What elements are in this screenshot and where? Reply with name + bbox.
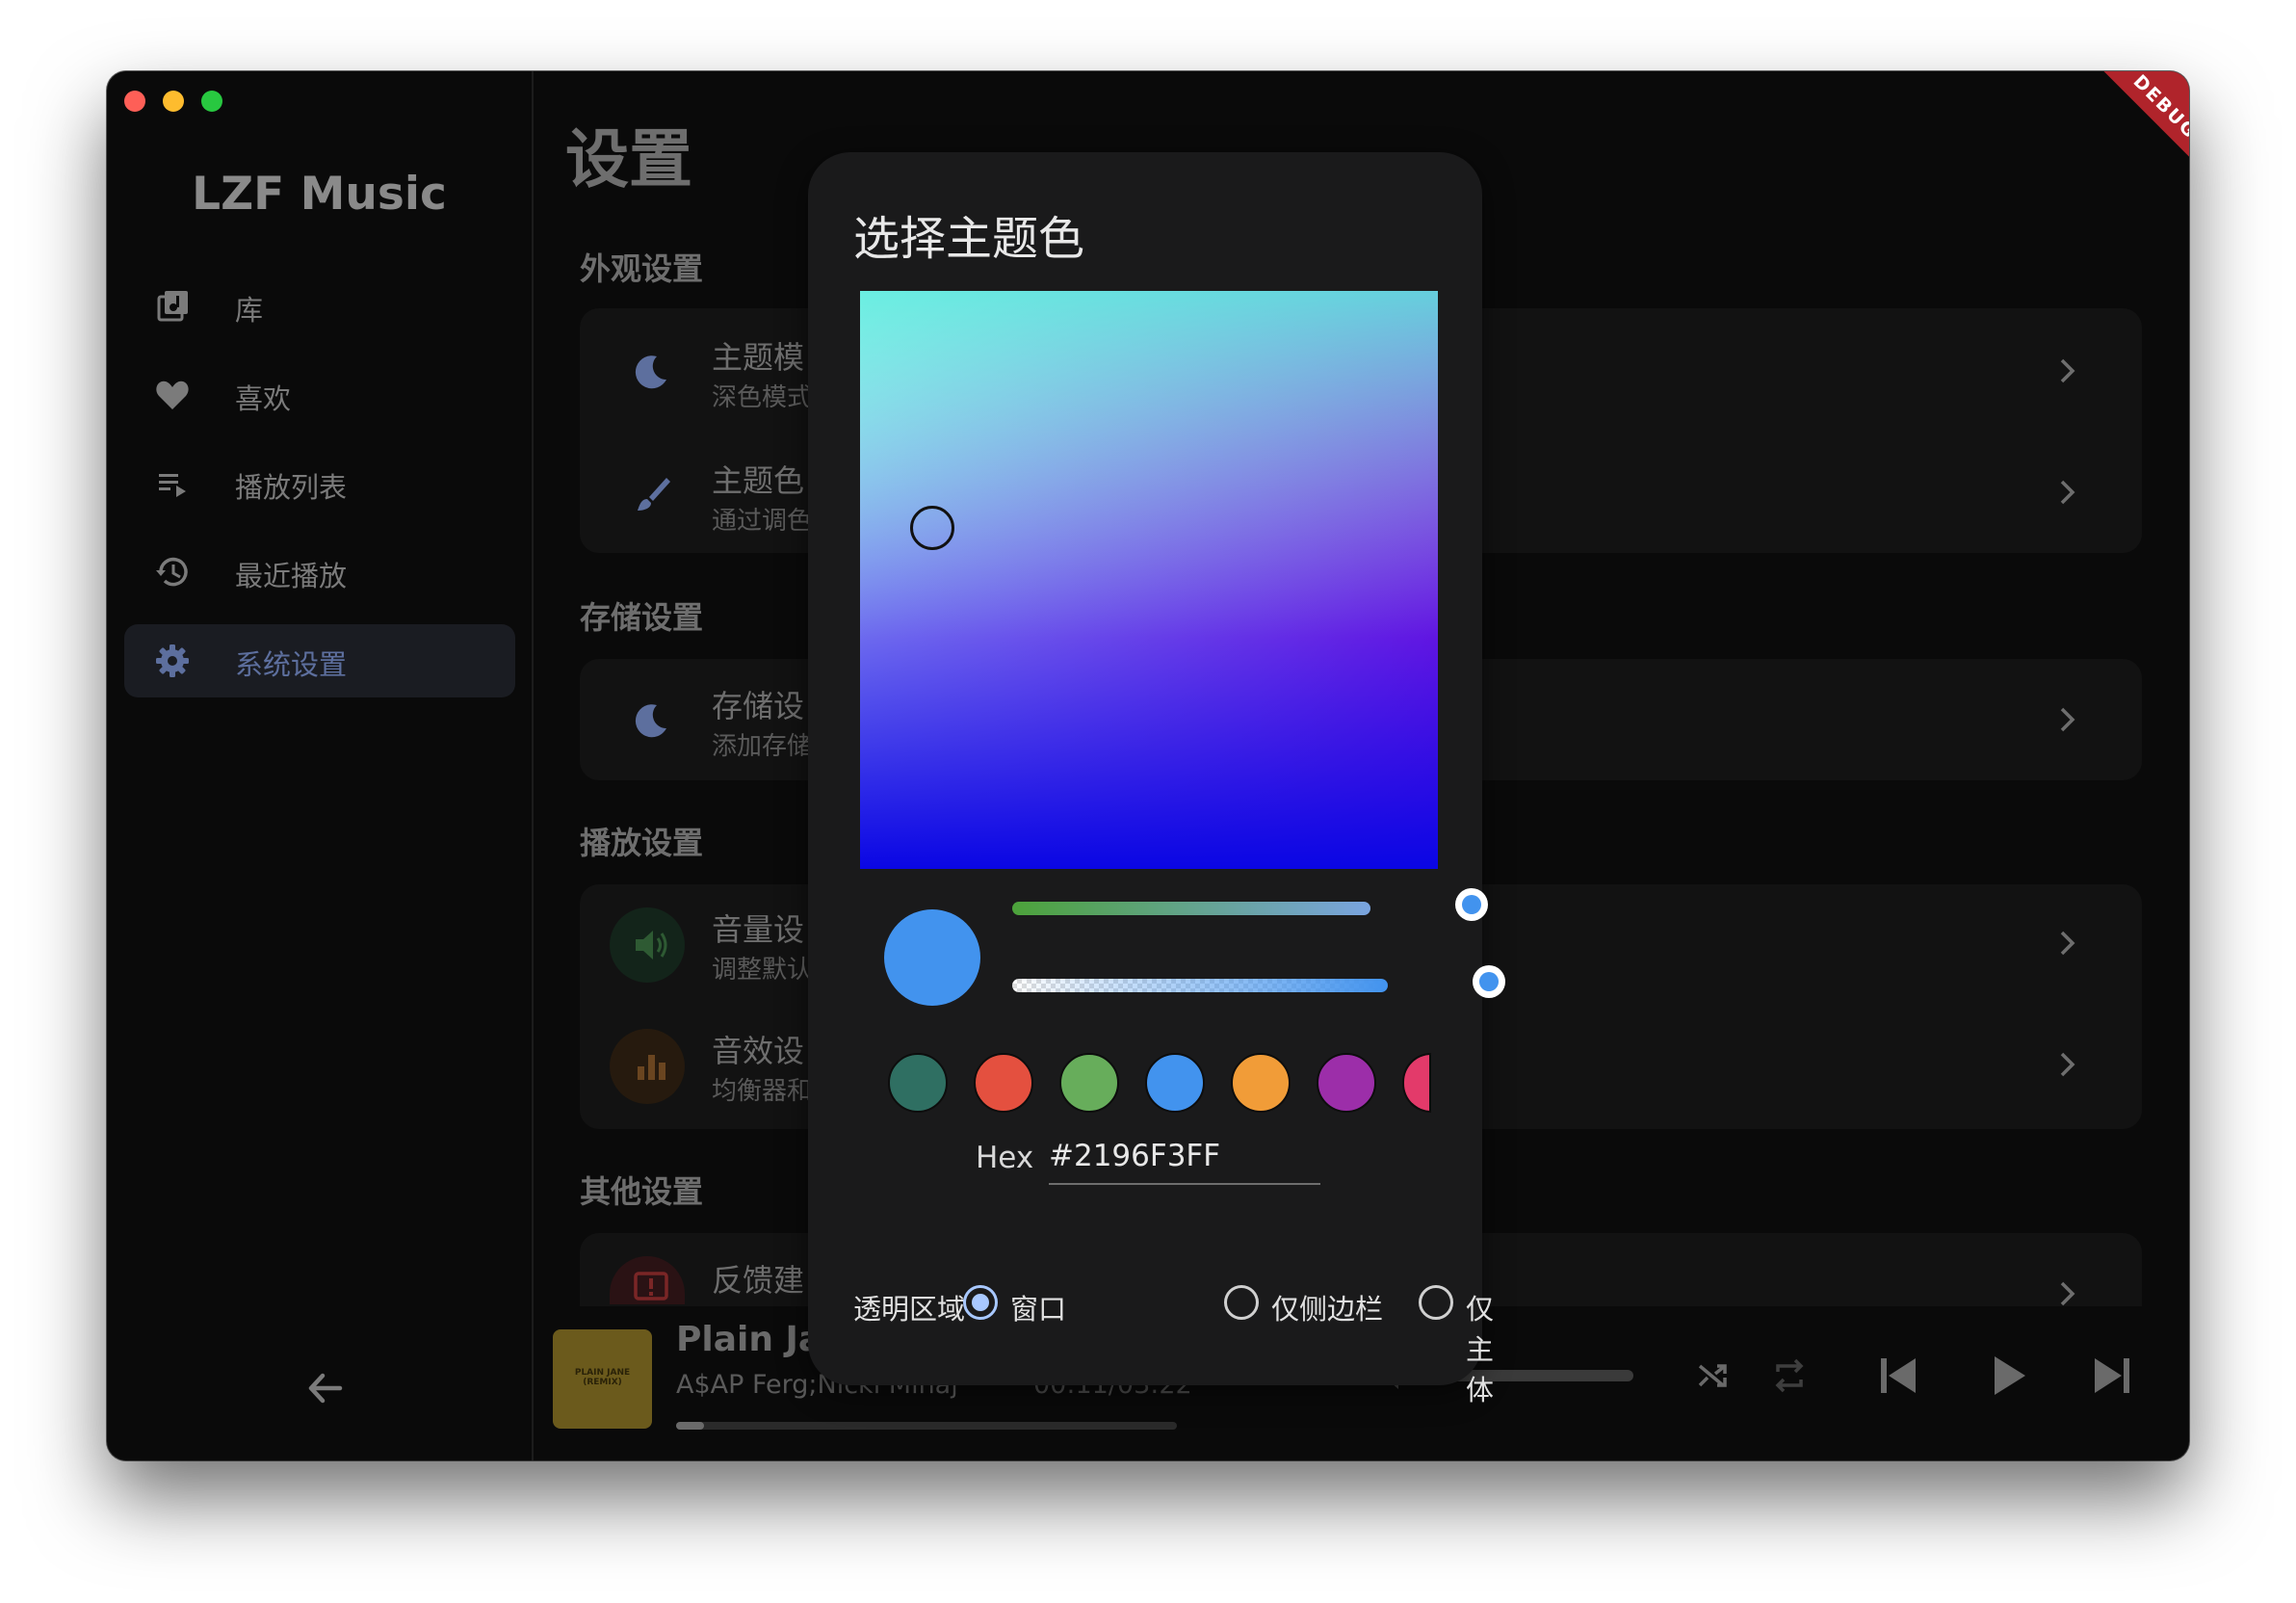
playlist-icon [159, 474, 186, 497]
section-title-storage: 存储设置 [580, 599, 704, 636]
hex-input[interactable]: #2196F3FF [1049, 1139, 1220, 1173]
equalizer-icon [638, 1055, 665, 1080]
radio-sidebar-only-label[interactable]: 仅侧边栏 [1271, 1287, 1383, 1327]
sidebar-item-label: 喜欢 [235, 382, 292, 415]
color-swatch[interactable] [974, 1053, 1033, 1113]
row-title: 音量设 [712, 911, 805, 948]
color-swatch[interactable] [1145, 1053, 1205, 1113]
sidebar-item-favorites[interactable]: 喜欢 [124, 358, 515, 432]
heart-icon [156, 381, 189, 409]
library-music-icon [157, 291, 188, 322]
arrow-left-icon[interactable] [300, 1362, 352, 1414]
row-subtitle: 添加存储 [712, 732, 813, 761]
album-art-text: PLAIN JANE (REMIX) [574, 1368, 631, 1387]
chevron-right-icon [2060, 931, 2075, 956]
feedback-icon [634, 1272, 668, 1301]
sidebar-item-label: 库 [235, 294, 264, 327]
song-progress-bar[interactable] [676, 1422, 1177, 1430]
radio-window-label[interactable]: 窗口 [1010, 1287, 1066, 1327]
color-swatch[interactable] [1402, 1053, 1431, 1113]
sidebar-item-label: 播放列表 [235, 471, 348, 504]
sidebar-item-label: 最近播放 [235, 560, 348, 592]
hue-slider-thumb[interactable] [1455, 888, 1488, 921]
brush-icon [638, 478, 670, 511]
shuffle-icon[interactable] [1694, 1356, 1733, 1395]
chevron-right-icon [2060, 358, 2075, 383]
row-title: 主题色 [712, 462, 805, 499]
sidebar-item-recent[interactable]: 最近播放 [124, 536, 515, 609]
radio-window[interactable] [963, 1285, 998, 1320]
app-window: LZF Music 库 喜欢 播放列表 最近播放 系统设置 设置 外观设置 主题… [107, 71, 2189, 1460]
color-swatch[interactable] [888, 1053, 948, 1113]
transparency-label: 透明区域 [853, 1293, 966, 1326]
sidebar: LZF Music 库 喜欢 播放列表 最近播放 系统设置 [107, 71, 534, 1460]
repeat-icon[interactable] [1770, 1356, 1809, 1395]
row-title: 反馈建 [712, 1262, 805, 1299]
chevron-right-icon [2060, 707, 2075, 732]
previous-track-icon[interactable] [1875, 1353, 1921, 1399]
album-art[interactable]: PLAIN JANE (REMIX) [553, 1329, 652, 1429]
moon-icon [635, 355, 666, 389]
color-picker-dialog: 选择主题色 Hex #2196F3FF 透明区域 窗口 仅侧边栏 仅主体 [808, 152, 1505, 1406]
alpha-slider[interactable] [1012, 979, 1388, 992]
sidebar-item-label: 系统设置 [235, 648, 348, 681]
color-swatch[interactable] [1317, 1053, 1376, 1113]
history-icon [156, 557, 188, 587]
row-title: 主题模 [712, 339, 805, 376]
chevron-right-icon [2060, 1052, 2075, 1077]
moon-icon [635, 704, 666, 738]
sidebar-item-playlists[interactable]: 播放列表 [124, 447, 515, 520]
sidebar-item-library[interactable]: 库 [124, 270, 515, 343]
page-title: 设置 [565, 122, 692, 197]
hex-label: Hex [976, 1141, 1034, 1175]
row-title: 音效设 [712, 1033, 805, 1069]
color-preview [884, 909, 980, 1006]
next-track-icon[interactable] [2089, 1353, 2135, 1399]
row-subtitle: 均衡器和 [712, 1077, 813, 1106]
hex-input-underline [1049, 1183, 1320, 1185]
gear-icon [156, 644, 189, 677]
song-progress-fill [676, 1422, 704, 1430]
color-cursor[interactable] [910, 506, 954, 550]
dialog-title: 选择主题色 [853, 212, 1085, 266]
row-subtitle: 调整默认 [712, 956, 813, 985]
sidebar-item-settings[interactable]: 系统设置 [124, 624, 515, 697]
radio-main-only[interactable] [1419, 1285, 1453, 1320]
radio-sidebar-only[interactable] [1224, 1285, 1259, 1320]
section-title-appearance: 外观设置 [580, 250, 704, 287]
section-title-other: 其他设置 [580, 1173, 704, 1210]
chevron-right-icon [2060, 480, 2075, 505]
section-title-playback: 播放设置 [580, 825, 704, 861]
saturation-value-picker[interactable] [860, 291, 1438, 869]
radio-main-only-label[interactable]: 仅主体 [1466, 1287, 1494, 1408]
play-icon[interactable] [1985, 1353, 2031, 1399]
app-title: LZF Music [192, 168, 447, 221]
row-subtitle: 深色模式 [712, 383, 813, 412]
color-swatch[interactable] [1059, 1053, 1119, 1113]
hue-slider[interactable] [1012, 902, 1370, 915]
volume-icon [636, 931, 667, 959]
color-swatch[interactable] [1231, 1053, 1291, 1113]
row-title: 存储设 [712, 688, 805, 724]
row-subtitle: 通过调色 [712, 507, 813, 536]
alpha-slider-thumb[interactable] [1473, 965, 1505, 998]
sv-tint-layer [860, 291, 1438, 869]
